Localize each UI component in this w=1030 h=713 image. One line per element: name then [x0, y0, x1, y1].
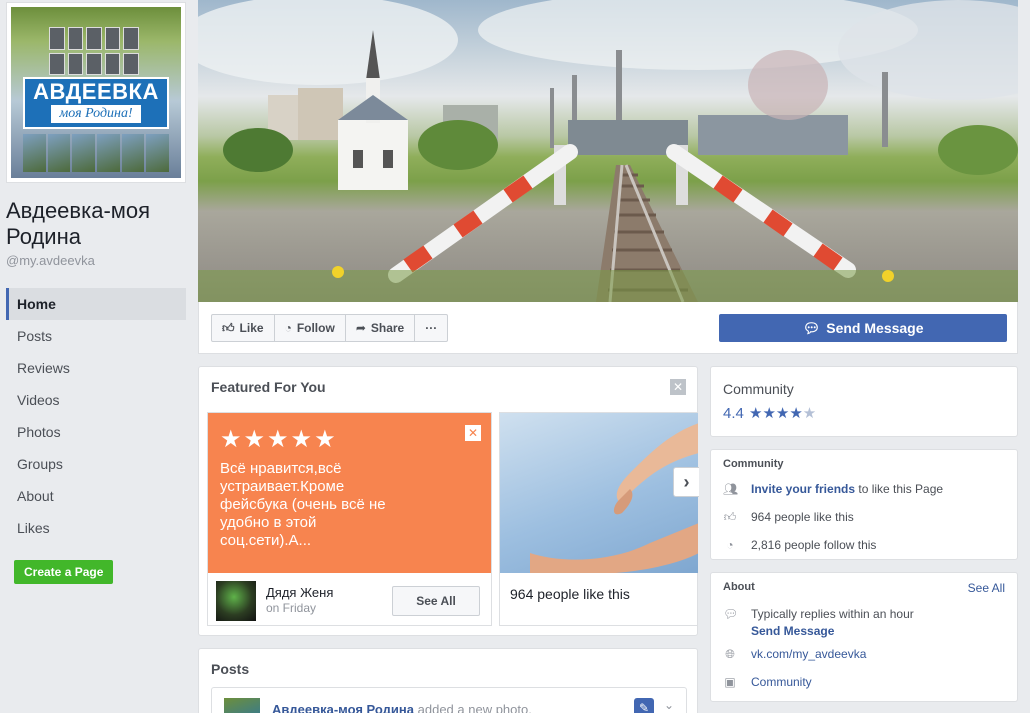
follow-button[interactable]: ◔ Follow: [275, 315, 346, 341]
about-send-message-link[interactable]: Send Message: [751, 624, 834, 638]
create-page-button[interactable]: Create a Page: [14, 560, 114, 584]
about-category-link[interactable]: Community: [751, 675, 812, 689]
globe-icon: 🌐︎: [725, 647, 735, 661]
review-stars: ★★★★★: [220, 426, 338, 453]
review-close-icon[interactable]: ✕: [465, 425, 481, 441]
invite-text: Invite your friends to like this Page: [751, 482, 943, 496]
cover-illustration: [198, 0, 1018, 302]
like-label: Like: [239, 321, 264, 335]
nav-item-groups[interactable]: Groups: [6, 448, 186, 480]
send-message-label: Send Message: [826, 320, 924, 336]
invite-rest: to like this Page: [855, 482, 944, 496]
featured-for-you-card: Featured For You ✕ ★★★★★ Всё нравится,вс…: [198, 366, 699, 636]
like-button[interactable]: 👍︎ Like: [212, 315, 275, 341]
nav-item-likes[interactable]: Likes: [6, 512, 186, 544]
logo-band: АВДЕЕВКА моя Родина!: [23, 77, 169, 129]
community-follows-text: 2,816 people follow this: [751, 538, 877, 552]
thumbs-up-icon: 👍︎: [723, 510, 737, 524]
reviews-see-all-button[interactable]: See All: [392, 586, 480, 616]
community-card: Community 👥︎ Invite your friends to like…: [710, 449, 1018, 560]
messenger-icon: 💬︎: [802, 319, 821, 336]
rss-icon: ◔: [284, 321, 292, 335]
about-card: About See All 💬︎ Typically replies withi…: [710, 572, 1018, 702]
nav-item-about[interactable]: About: [6, 480, 186, 512]
share-label: Share: [370, 321, 405, 335]
rating-full-stars: ★★★★: [749, 405, 803, 422]
pin-icon[interactable]: ✎: [634, 698, 654, 713]
community-likes-text: 964 people like this: [751, 510, 854, 524]
nav-item-posts[interactable]: Posts: [6, 320, 186, 352]
review-footer: Дядя Женя on Friday See All: [208, 573, 491, 625]
profile-picture[interactable]: АВДЕЕВКА моя Родина!: [6, 2, 186, 183]
post-header: Авдеевка-моя Родина added a new photo.: [272, 702, 532, 713]
page-title: Авдеевка-моя Родина: [6, 198, 151, 249]
hands-image: [500, 413, 698, 575]
profile-picture-image: АВДЕЕВКА моя Родина!: [11, 7, 181, 178]
featured-close-icon[interactable]: ✕: [670, 379, 686, 395]
about-website-row: 🌐︎ vk.com/my_avdeevka: [723, 647, 866, 661]
about-see-all-link[interactable]: See All: [968, 581, 1005, 595]
rss-icon: ◔: [726, 538, 734, 552]
send-message-button[interactable]: 💬︎ Send Message: [719, 314, 1007, 342]
invite-friends-link[interactable]: Invite your friends: [751, 482, 855, 496]
nav-item-home[interactable]: Home: [6, 288, 186, 320]
community-likes-row: 👍︎ 964 people like this: [723, 510, 854, 524]
chevron-down-icon[interactable]: ⌄: [664, 698, 674, 712]
likes-card-text: 964 people like this: [510, 586, 630, 602]
logo-photo-strip: [23, 134, 169, 172]
nav-item-reviews[interactable]: Reviews: [6, 352, 186, 384]
share-button[interactable]: ➦ Share: [346, 315, 416, 341]
more-button[interactable]: ···: [415, 315, 447, 341]
rating-value: 4.4: [723, 405, 744, 422]
logo-subtitle: моя Родина!: [51, 105, 141, 123]
share-arrow-icon: ➦: [355, 321, 366, 335]
posts-title: Posts: [211, 661, 250, 677]
post-item[interactable]: Авдеевка-моя Родина added a new photo. ✎…: [211, 687, 687, 713]
review-time: on Friday: [266, 601, 317, 615]
rating-title: Community: [723, 381, 794, 397]
nav-item-photos[interactable]: Photos: [6, 416, 186, 448]
about-title: About: [723, 581, 755, 593]
cover-photo[interactable]: [198, 0, 1018, 302]
more-dots-icon: ···: [425, 321, 438, 335]
reviewer-avatar[interactable]: [216, 581, 256, 621]
likes-card[interactable]: 964 people like this: [499, 412, 698, 626]
action-button-group: 👍︎ Like ◔ Follow ➦ Share ···: [211, 314, 449, 342]
carousel-next-icon[interactable]: ›: [673, 467, 699, 497]
logo-tiles: [49, 27, 139, 75]
page-handle[interactable]: @my.avdeevka: [6, 253, 95, 268]
about-category-row: ▣ Community: [723, 675, 812, 689]
page-action-bar: 👍︎ Like ◔ Follow ➦ Share ··· 💬︎ Send Mes…: [198, 302, 1018, 354]
review-body: ★★★★★ Всё нравится,всё устраивает.Кроме …: [208, 413, 491, 573]
follow-label: Follow: [296, 321, 335, 335]
review-card[interactable]: ★★★★★ Всё нравится,всё устраивает.Кроме …: [207, 412, 492, 626]
about-replies-row: 💬︎ Typically replies within an hour: [723, 607, 914, 621]
community-title: Community: [723, 458, 784, 470]
featured-title: Featured For You: [211, 379, 326, 395]
nav-item-videos[interactable]: Videos: [6, 384, 186, 416]
rating-stars-icon[interactable]: ★★★★★: [749, 404, 816, 422]
thumbs-up-icon: 👍︎: [222, 320, 235, 335]
invite-friends-icon: 👥︎: [723, 482, 739, 496]
rating-half-star: ★: [802, 405, 817, 422]
post-author-link[interactable]: Авдеевка-моя Родина: [272, 702, 414, 713]
community-invite-row: 👥︎ Invite your friends to like this Page: [723, 482, 943, 496]
post-author-avatar[interactable]: [224, 698, 260, 713]
rating-card: Community 4.4 ★★★★★: [710, 366, 1018, 437]
post-action-text: added a new photo.: [417, 702, 532, 713]
logo-title: АВДЕЕВКА: [33, 79, 159, 104]
about-website-link[interactable]: vk.com/my_avdeevka: [751, 647, 866, 661]
posts-card: Posts Авдеевка-моя Родина added a new ph…: [198, 648, 698, 713]
review-text: Всё нравится,всё устраивает.Кроме фейсбу…: [220, 460, 386, 549]
about-replies-text: Typically replies within an hour: [751, 607, 914, 621]
category-icon: ▣: [724, 675, 736, 689]
community-follows-row: ◔ 2,816 people follow this: [723, 538, 876, 552]
page-nav: Home Posts Reviews Videos Photos Groups …: [6, 288, 186, 544]
messenger-icon: 💬︎: [723, 607, 739, 621]
reviewer-name[interactable]: Дядя Женя: [266, 585, 333, 600]
